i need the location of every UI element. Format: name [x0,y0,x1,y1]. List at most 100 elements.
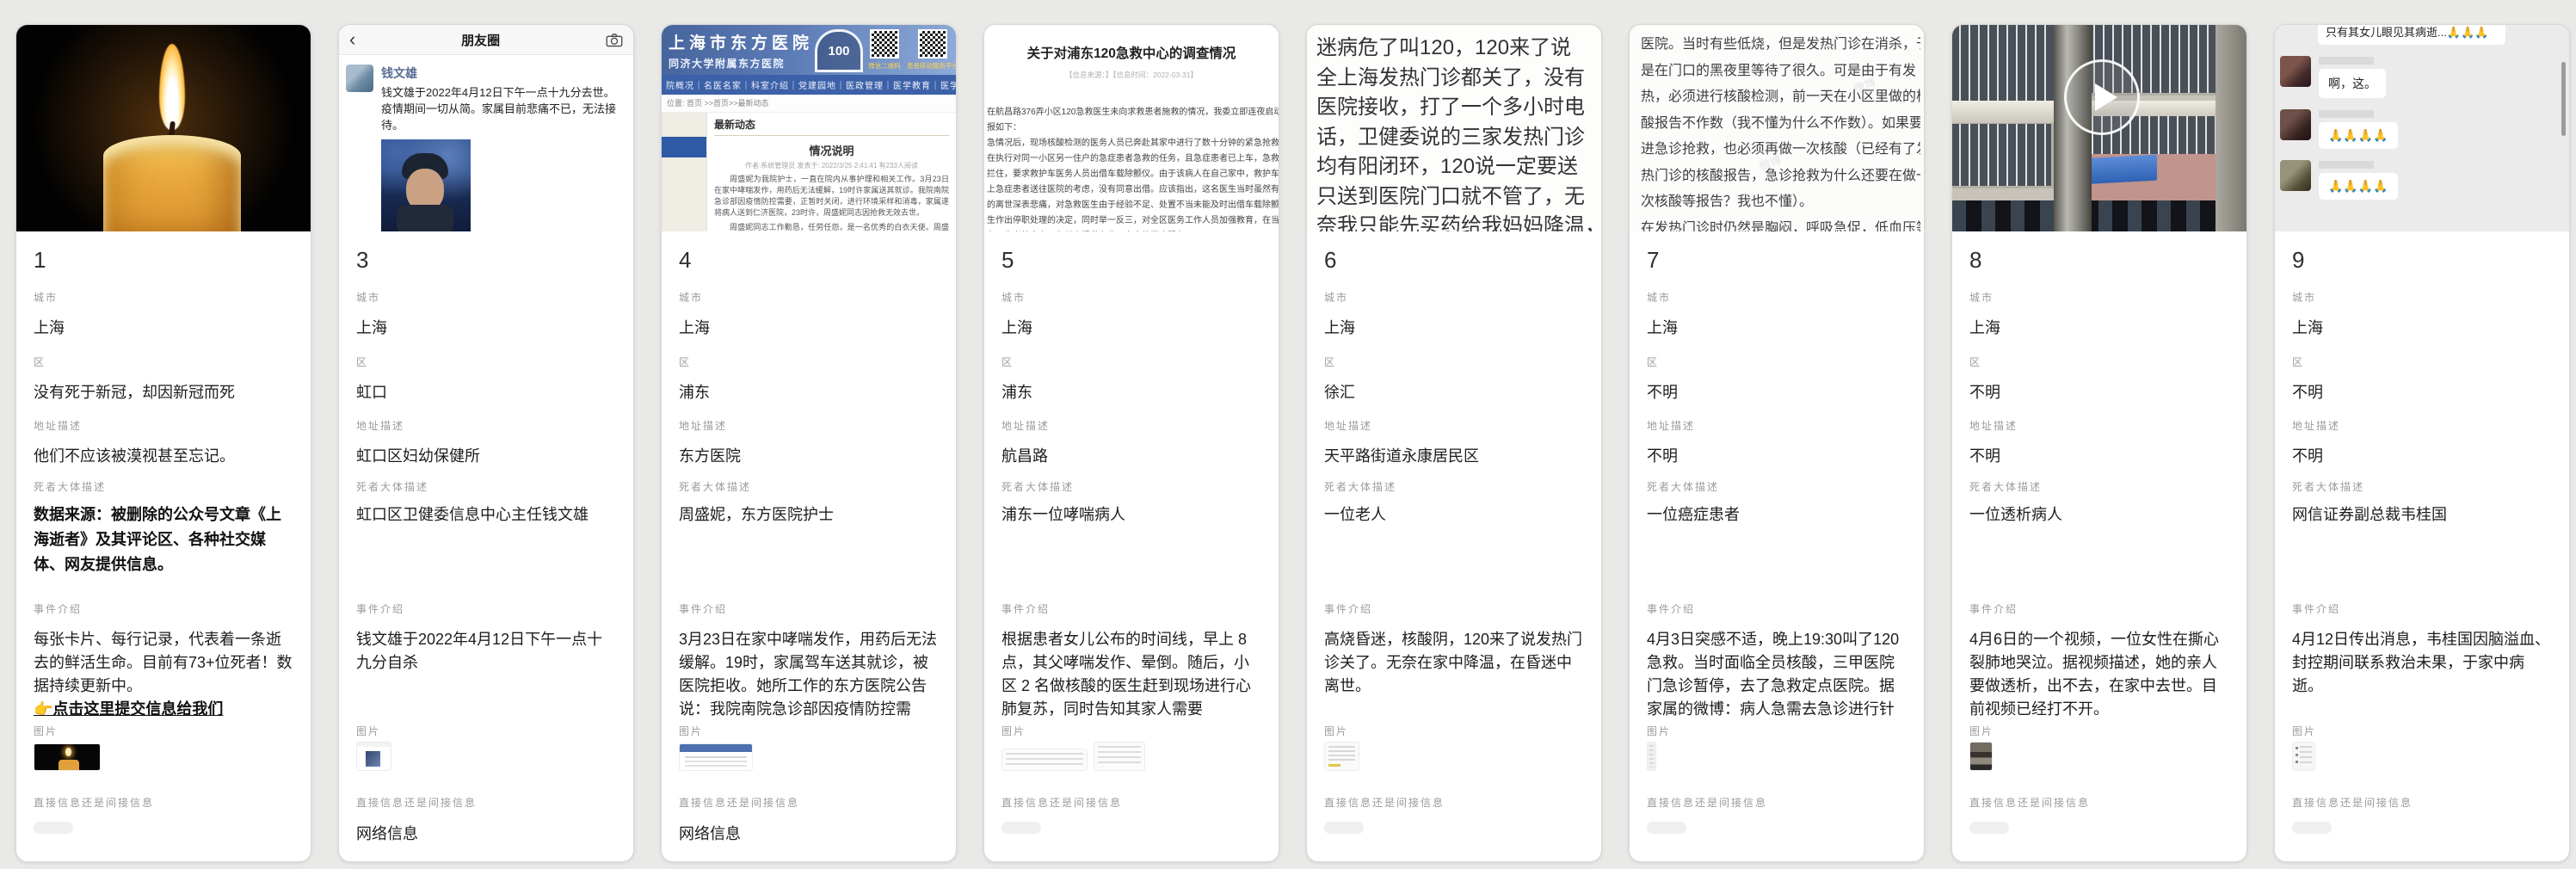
field-label-event: 事件介绍 [679,603,939,616]
empty-value-pill [34,822,73,834]
attachment-thumbnail[interactable] [34,743,101,771]
record-card-6[interactable]: 迷病危了叫120，120来了说 全上海发热门诊都关了，没有 医院接收，打了一个多… [1306,24,1602,862]
thumb-textlines [1006,753,1083,767]
candle-photo [16,25,311,231]
field-label-address: 地址描述 [34,420,293,433]
back-icon: ‹ [349,27,355,52]
field-label-deceased: 死者大体描述 [1001,481,1261,494]
field-value-direct [1001,822,1261,847]
field-label-deceased: 死者大体描述 [1647,481,1907,494]
chat-bubble: 🙏🙏🙏🙏 [2319,122,2398,149]
field-value-event: 每张卡片、每行记录，代表着一条逝去的鲜活生命。目前有73+位死者！数据持续更新中… [34,628,293,721]
field-value-deceased: 数据来源：被删除的公众号文章《上海逝者》及其评论区、各种社交媒体、网友提供信息。 [34,502,293,592]
avatar [2280,56,2311,87]
thumb-avatars [2296,747,2298,767]
field-value-direct: 网络信息 [679,822,939,847]
field-label-event: 事件介绍 [1001,603,1261,616]
site-main: 最新动态 情况说明 作者:系统管理员 发表于: 2022/3/25 2:41:4… [662,113,956,231]
record-card-9[interactable]: 只有其女儿眼见其病逝...🙏🙏🙏 啊，这。 🙏🙏🙏🙏 [2274,24,2570,862]
field-label-city: 城市 [356,292,616,305]
report-line: 生作出停职处理的决定，同时举一反三，对全区医务工作人员加强教育，在当前 [987,213,1279,229]
field-value-deceased: 一位老人 [1324,502,1584,592]
report-line: 的离世深表悲痛，对急救医生由于经验不足、处置不当未能及时出借车载除颤仪 [987,198,1279,213]
submit-info-link[interactable]: 👉点击这里提交信息给我们 [34,700,223,718]
record-number: 6 [1324,248,1584,272]
field-label-event: 事件介绍 [1647,603,1907,616]
field-label-event: 事件介绍 [2292,603,2552,616]
attachment-thumbnail[interactable] [1647,742,1656,771]
record-card-7[interactable]: 微博 微博 医院。当时有些低烧，但是发热门诊在消杀，于 是在门口的黑夜里等待了很… [1629,24,1925,862]
chat-message-row: 啊，这。 [2280,56,2562,98]
record-card-3[interactable]: ‹ 朋友圈 钱文雄 钱文雄于2022年4月12日下午一点十九分去世。疫情期间一切… [338,24,634,862]
attachment-thumbnail[interactable] [1324,742,1359,771]
wechat-header: ‹ 朋友圈 [339,25,633,55]
attachment-row [34,743,293,771]
field-label-address: 地址描述 [1969,420,2229,433]
field-value-address: 不明 [2292,444,2552,469]
record-card-4[interactable]: 上海市东方医院 同济大学附属东方医院 100 微信二维码 患者移动服务平台 院概… [661,24,957,862]
field-value-address: 虹口区妇幼保健所 [356,444,616,469]
field-value-event: 4月6日的一个视频，一位女性在撕心裂肺地哭泣。据视频描述，她的亲人要做透析，出不… [1969,628,2229,721]
empty-value-pill [1969,822,2009,834]
attachment-thumbnail[interactable] [679,743,753,771]
field-value-address: 不明 [1969,444,2229,469]
record-card-1[interactable]: 1 城市 上海 区 没有死于新冠，却因新冠而死 地址描述 他们不应该被漠视甚至忘… [15,24,311,862]
report-line: 务工作者的全力，为群众提供专业、安全的医疗服务。 [987,229,1279,231]
field-label-address: 地址描述 [356,420,616,433]
field-label-event: 事件介绍 [356,603,616,616]
site-banner: 上海市东方医院 同济大学附属东方医院 100 微信二维码 患者移动服务平台 [662,25,956,75]
candle-body [103,135,241,231]
report-line: 报如下： [987,120,1279,136]
report-document-screenshot: 关于对浦东120急救中心的调查情况 【信息来源：】【信息时间：2022-03-3… [984,25,1279,231]
field-value-event: 3月23日在家中哮喘发作，用药后无法缓解。19时，家属驾车送其就诊，被医院拒收。… [679,628,939,721]
attachment-thumbnail[interactable] [356,742,391,771]
text-line: 均有阳闭环，120说一定要送 [1316,152,1598,182]
field-label-direct: 直接信息还是间接信息 [34,797,293,810]
post-content: 钱文雄 钱文雄于2022年4月12日下午一点十九分去世。疫情期间一切从简。家属目… [381,65,625,231]
field-value-city: 上海 [1647,316,1907,341]
thumb-highlight [1328,764,1340,767]
field-label-images: 图片 [2292,725,2552,738]
photo-scarf [397,205,453,231]
avatar [2280,109,2311,140]
blurred-username [2319,110,2374,118]
post-author: 钱文雄 [381,65,625,82]
chat-message-row: 🙏🙏🙏🙏 [2280,109,2562,149]
qr-pixels [872,31,897,57]
field-label-address: 地址描述 [1324,420,1584,433]
field-value-district: 没有死于新冠，却因新冠而死 [34,380,293,405]
moments-post: 钱文雄 钱文雄于2022年4月12日下午一点十九分去世。疫情期间一切从简。家属目… [339,55,633,231]
field-label-event: 事件介绍 [1324,603,1584,616]
attachment-row [2292,743,2552,771]
blue-awning [2081,155,2157,185]
record-card-8[interactable]: 8 城市 上海 区 不明 地址描述 不明 死者大体描述 一位透析病人 事件介绍 … [1951,24,2247,862]
field-label-images: 图片 [679,725,939,738]
report-title: 关于对浦东120急救中心的调查情况 [984,43,1279,62]
text-line: 是在门口的黑夜里等待了很久。可是由于有发 [1641,59,1920,85]
field-value-address: 天平路街道永康居民区 [1324,444,1584,469]
record-card-5[interactable]: 关于对浦东120急救中心的调查情况 【信息来源：】【信息时间：2022-03-3… [983,24,1279,862]
text-line: 话，卫健委说的三家发热门诊 [1316,123,1598,153]
attachment-thumbnail[interactable] [1969,742,1993,771]
chat-bubble: 🙏🙏🙏🙏 [2319,173,2398,200]
field-value-event: 钱文雄于2022年4月12日下午一点十九分自杀 [356,628,616,721]
field-label-city: 城市 [1969,292,2229,305]
field-label-district: 区 [1001,356,1261,369]
card-fields: 5 城市 上海 区 浦东 地址描述 航昌路 死者大体描述 浦东一位哮喘病人 事件… [984,231,1279,861]
avatar [346,65,373,92]
field-label-district: 区 [2292,356,2552,369]
anniversary-logo: 100 [815,29,863,72]
field-value-direct [2292,822,2552,847]
text-line: 酸报告不作数（我不懂为什么不作数）。如果要 [1641,111,1920,138]
chat-message: 啊，这。 [2319,56,2386,98]
field-value-district: 浦东 [1001,380,1261,405]
field-value-address: 东方医院 [679,444,939,469]
attachment-thumbnail[interactable] [1094,742,1145,771]
field-label-address: 地址描述 [1647,420,1907,433]
attachment-thumbnail[interactable] [2292,742,2315,771]
attachment-thumbnail[interactable] [1001,749,1088,771]
chat-scrollbar [2561,62,2566,136]
report-line: 急情况后，现场核酸检测的医务人员已奔赴其家中进行了数十分钟的紧急抢救， [987,136,1279,151]
field-value-deceased: 周盛妮，东方医院护士 [679,502,939,592]
field-label-direct: 直接信息还是间接信息 [1001,797,1261,810]
